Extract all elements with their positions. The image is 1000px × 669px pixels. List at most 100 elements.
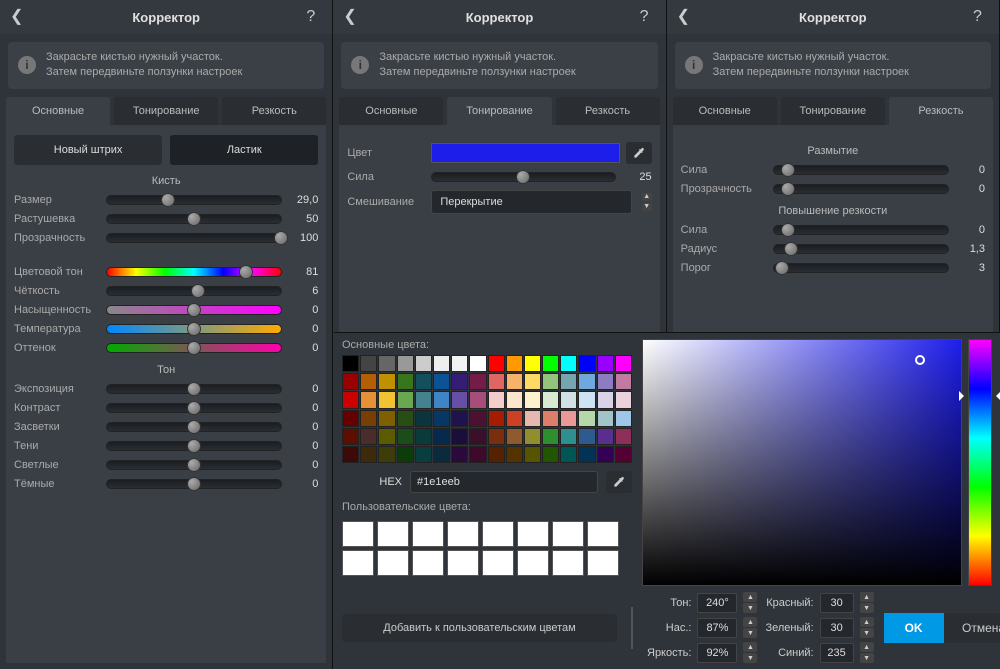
swatch-cell[interactable]: [597, 446, 614, 463]
swatch-cell[interactable]: [524, 428, 541, 445]
back-icon[interactable]: ❮: [677, 9, 693, 25]
slider-track[interactable]: [773, 184, 949, 194]
spin-down-icon[interactable]: ▼: [743, 603, 757, 613]
custom-swatch[interactable]: [447, 521, 479, 547]
slider-track[interactable]: [106, 479, 282, 489]
tab[interactable]: Резкость: [889, 97, 993, 125]
hex-input[interactable]: #1e1eeb: [410, 471, 598, 493]
back-icon[interactable]: ❮: [343, 9, 359, 25]
swatch-cell[interactable]: [397, 446, 414, 463]
swatch-cell[interactable]: [542, 355, 559, 372]
slider-track[interactable]: [773, 225, 949, 235]
swatch-cell[interactable]: [433, 446, 450, 463]
swatch-cell[interactable]: [578, 410, 595, 427]
swatch-cell[interactable]: [578, 446, 595, 463]
custom-swatch[interactable]: [342, 550, 374, 576]
swatch-cell[interactable]: [433, 428, 450, 445]
slider-track[interactable]: [773, 165, 949, 175]
swatch-cell[interactable]: [488, 410, 505, 427]
swatch-cell[interactable]: [524, 355, 541, 372]
swatch-cell[interactable]: [488, 446, 505, 463]
slider-track[interactable]: [106, 441, 282, 451]
swatch-cell[interactable]: [433, 355, 450, 372]
swatch-cell[interactable]: [378, 428, 395, 445]
slider-track[interactable]: [106, 214, 282, 224]
tab[interactable]: Основные: [673, 97, 777, 125]
swatch-cell[interactable]: [524, 410, 541, 427]
slider-track[interactable]: [773, 263, 949, 273]
ok-button[interactable]: OK: [884, 613, 944, 643]
swatch-cell[interactable]: [597, 428, 614, 445]
tab[interactable]: Тонирование: [114, 97, 218, 125]
custom-swatch[interactable]: [587, 521, 619, 547]
slider-track[interactable]: [106, 195, 282, 205]
swatch-cell[interactable]: [378, 391, 395, 408]
tab[interactable]: Тонирование: [447, 97, 551, 125]
swatch-cell[interactable]: [342, 428, 359, 445]
val-value[interactable]: 92%: [697, 643, 737, 663]
swatch-cell[interactable]: [451, 428, 468, 445]
slider-track[interactable]: [106, 233, 282, 243]
swatch-cell[interactable]: [560, 446, 577, 463]
swatch-cell[interactable]: [469, 446, 486, 463]
spin-up-icon[interactable]: ▲: [860, 592, 874, 602]
swatch-cell[interactable]: [506, 410, 523, 427]
spin-down-icon[interactable]: ▼: [743, 628, 757, 638]
help-icon[interactable]: ?: [306, 9, 322, 25]
red-value[interactable]: 30: [820, 593, 854, 613]
blue-value[interactable]: 235: [820, 643, 854, 663]
swatch-cell[interactable]: [560, 391, 577, 408]
swatch-cell[interactable]: [506, 391, 523, 408]
swatch-cell[interactable]: [506, 355, 523, 372]
add-custom-button[interactable]: Добавить к пользовательским цветам: [342, 614, 617, 642]
tab[interactable]: Тонирование: [781, 97, 885, 125]
swatch-cell[interactable]: [578, 428, 595, 445]
swatch-cell[interactable]: [433, 391, 450, 408]
eyedropper-icon[interactable]: [606, 471, 632, 493]
swatch-cell[interactable]: [524, 373, 541, 390]
help-icon[interactable]: ?: [973, 9, 989, 25]
custom-swatch[interactable]: [377, 550, 409, 576]
swatch-cell[interactable]: [397, 410, 414, 427]
custom-swatch[interactable]: [482, 521, 514, 547]
swatch-cell[interactable]: [615, 355, 632, 372]
custom-swatch[interactable]: [517, 521, 549, 547]
swatch-cell[interactable]: [342, 446, 359, 463]
swatch-cell[interactable]: [578, 373, 595, 390]
hue-value[interactable]: 240°: [697, 593, 737, 613]
custom-swatch[interactable]: [517, 550, 549, 576]
swatch-cell[interactable]: [578, 355, 595, 372]
spin-down-icon[interactable]: ▼: [860, 603, 874, 613]
swatch-cell[interactable]: [578, 391, 595, 408]
swatch-cell[interactable]: [397, 428, 414, 445]
custom-swatch[interactable]: [412, 550, 444, 576]
swatch-cell[interactable]: [469, 428, 486, 445]
swatch-cell[interactable]: [378, 373, 395, 390]
green-value[interactable]: 30: [820, 618, 854, 638]
swatch-cell[interactable]: [506, 446, 523, 463]
swatch-cell[interactable]: [597, 373, 614, 390]
custom-swatch[interactable]: [377, 521, 409, 547]
swatch-cell[interactable]: [360, 446, 377, 463]
swatch-cell[interactable]: [397, 373, 414, 390]
swatch-cell[interactable]: [560, 428, 577, 445]
custom-swatch[interactable]: [552, 550, 584, 576]
slider-track[interactable]: [106, 403, 282, 413]
swatch-cell[interactable]: [415, 446, 432, 463]
spin-up-icon[interactable]: ▲: [743, 592, 757, 602]
swatch-cell[interactable]: [342, 355, 359, 372]
swatch-cell[interactable]: [615, 446, 632, 463]
swatch-cell[interactable]: [524, 446, 541, 463]
swatch-cell[interactable]: [360, 373, 377, 390]
swatch-cell[interactable]: [397, 355, 414, 372]
swatch-cell[interactable]: [542, 410, 559, 427]
sat-value[interactable]: 87%: [697, 618, 737, 638]
swatch-cell[interactable]: [451, 391, 468, 408]
eyedropper-icon[interactable]: [626, 142, 652, 164]
cancel-button[interactable]: Отмена: [944, 613, 1000, 643]
tool-button[interactable]: Ластик: [170, 135, 318, 165]
swatch-cell[interactable]: [378, 446, 395, 463]
spin-down-icon[interactable]: ▼: [860, 628, 874, 638]
slider-track[interactable]: [106, 305, 282, 315]
tab[interactable]: Резкость: [556, 97, 660, 125]
